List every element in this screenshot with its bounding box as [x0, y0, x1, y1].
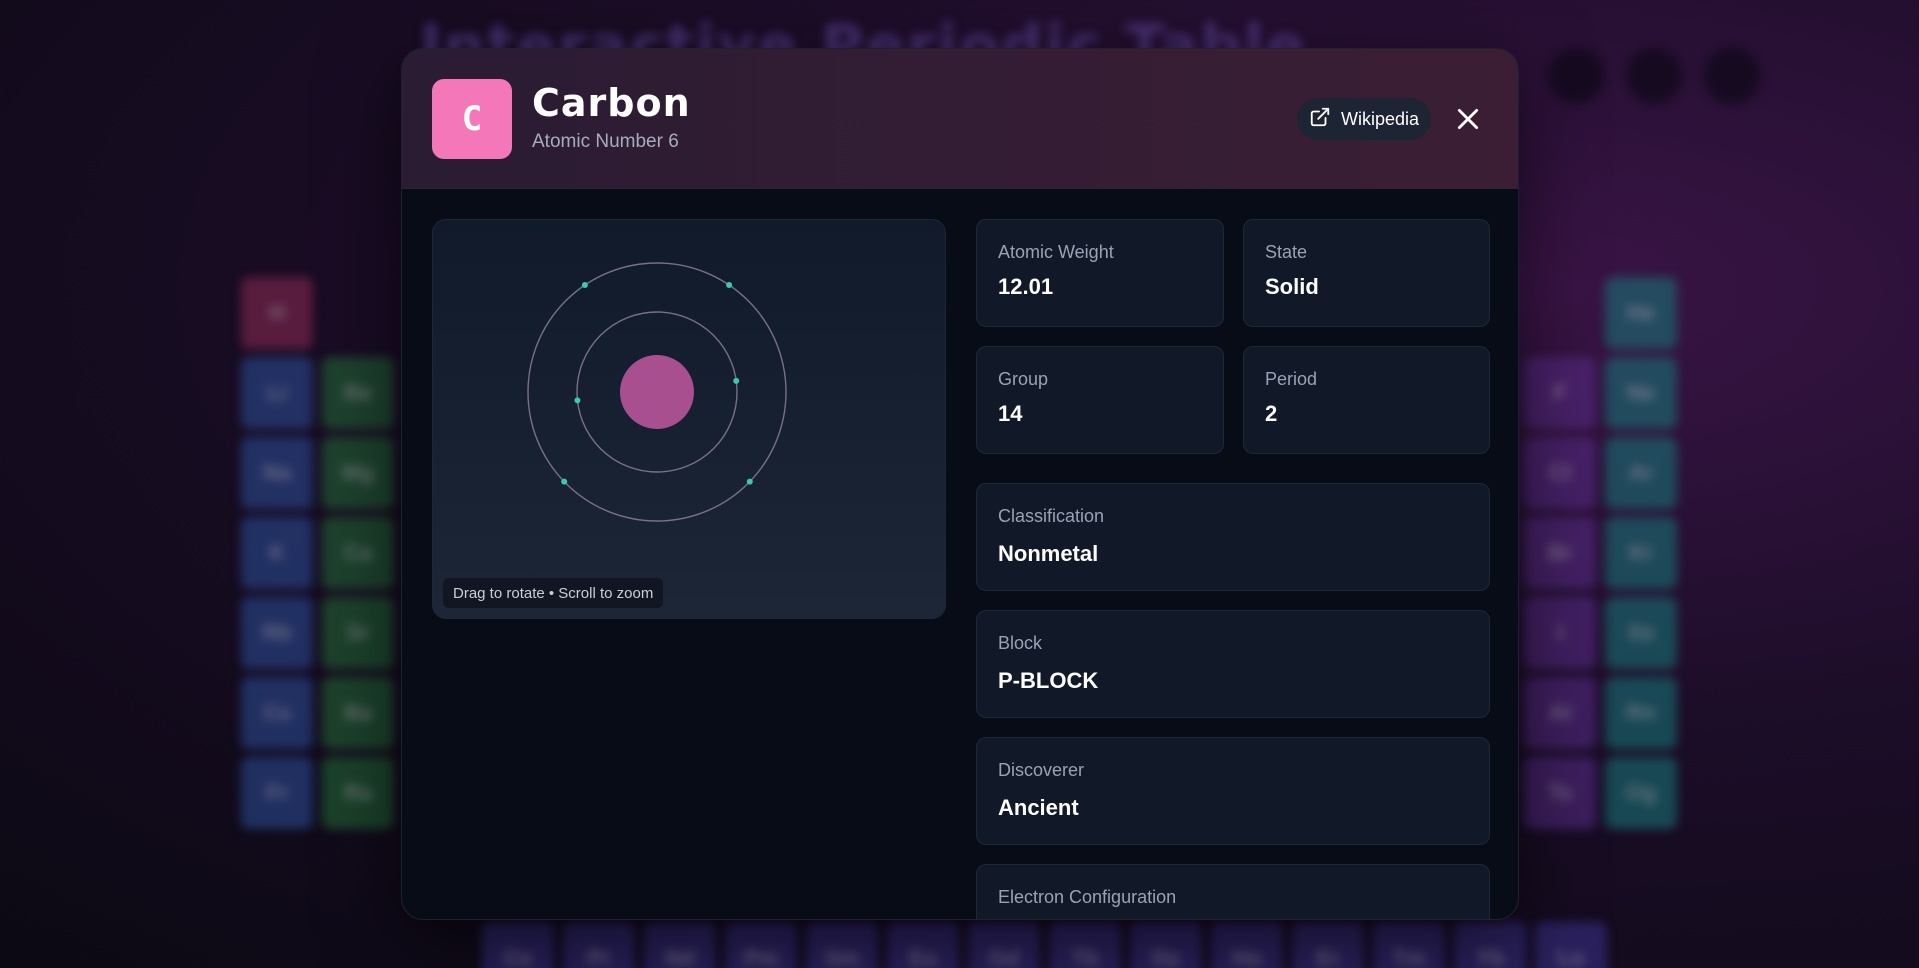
- external-link-icon: [1309, 106, 1331, 133]
- bg-element-cell: Gd: [968, 922, 1040, 968]
- electron: [581, 282, 588, 289]
- bg-element-cell: Xe: [1605, 597, 1677, 669]
- wikipedia-label: Wikipedia: [1341, 108, 1420, 129]
- bg-element-cell: Ba: [322, 677, 394, 749]
- atomic-weight-value: 12.01: [998, 274, 1054, 299]
- bg-element-cell: H: [241, 277, 313, 349]
- bg-element-cell: Na: [241, 437, 313, 509]
- discoverer-value: Ancient: [998, 795, 1079, 820]
- theme-icon[interactable]: [1626, 48, 1682, 104]
- classification-label: Classification: [998, 506, 1105, 526]
- bg-element-cell: Ts: [1524, 757, 1596, 829]
- settings-icon[interactable]: [1548, 48, 1604, 104]
- bg-element-cell: Dy: [1130, 922, 1202, 968]
- discoverer-label: Discoverer: [998, 760, 1085, 780]
- block-card: Block P-BLOCK: [976, 610, 1490, 718]
- group-label: Group: [998, 369, 1049, 389]
- atomic-number-label: Atomic Number 6: [532, 131, 679, 152]
- bg-element-cell: K: [241, 517, 313, 589]
- bg-element-cell: Yb: [1454, 922, 1526, 968]
- close-button[interactable]: [1448, 99, 1488, 139]
- group-card: Group 14: [976, 346, 1224, 454]
- classification-card: Classification Nonmetal: [976, 483, 1490, 591]
- bg-element-cell: Pm: [725, 922, 797, 968]
- bg-element-cell: Nd: [644, 922, 716, 968]
- bg-element-cell: Rb: [241, 597, 313, 669]
- bg-element-cell: Sm: [806, 922, 878, 968]
- bg-element-cell: Ca: [322, 517, 394, 589]
- bg-element-cell: He: [1605, 277, 1677, 349]
- bohr-model: [527, 262, 787, 522]
- bg-element-cell: Ra: [322, 757, 394, 829]
- period-value: 2: [1265, 401, 1278, 426]
- bg-element-cell: Ne: [1605, 357, 1677, 429]
- bg-element-cell: I: [1524, 597, 1596, 669]
- bg-element-cell: F: [1524, 357, 1596, 429]
- electron: [726, 282, 733, 289]
- bg-element-cell: Tb: [1049, 922, 1121, 968]
- bg-element-cell: Sr: [322, 597, 394, 669]
- group-value: 14: [998, 401, 1023, 426]
- nucleus: [620, 355, 694, 429]
- bg-element-cell: At: [1524, 677, 1596, 749]
- atomic-weight-card: Atomic Weight 12.01: [976, 219, 1224, 327]
- element-detail-modal: C Carbon Atomic Number 6 Wikipedia Drag …: [401, 48, 1519, 920]
- electron: [733, 377, 740, 384]
- discoverer-card: Discoverer Ancient: [976, 737, 1490, 845]
- bg-element-cell: Be: [322, 357, 394, 429]
- bg-element-cell: Kr: [1605, 517, 1677, 589]
- bg-element-cell: Cl: [1524, 437, 1596, 509]
- electron: [574, 397, 581, 404]
- bg-element-cell: Rn: [1605, 677, 1677, 749]
- viewer-hint: Drag to rotate • Scroll to zoom: [443, 578, 664, 608]
- electron: [746, 478, 753, 485]
- bg-element-cell: Ar: [1605, 437, 1677, 509]
- bg-element-cell: Mg: [322, 437, 394, 509]
- bg-element-cell: Li: [241, 357, 313, 429]
- wikipedia-button[interactable]: Wikipedia: [1297, 98, 1431, 140]
- bg-element-cell: Ce: [482, 922, 554, 968]
- bg-element-cell: Tm: [1373, 922, 1445, 968]
- bg-element-cell: Eu: [887, 922, 959, 968]
- element-name: Carbon: [532, 81, 691, 125]
- electron: [561, 478, 568, 485]
- period-label: Period: [1265, 369, 1318, 389]
- block-label: Block: [998, 633, 1043, 653]
- state-label: State: [1265, 242, 1308, 262]
- info-icon[interactable]: [1704, 48, 1760, 104]
- atomic-weight-label: Atomic Weight: [998, 242, 1114, 262]
- close-icon: [1457, 108, 1479, 130]
- bg-element-cell: Er: [1292, 922, 1364, 968]
- bg-element-cell: Lu: [1535, 922, 1607, 968]
- bg-element-cell: Fr: [241, 757, 313, 829]
- bg-element-cell: Br: [1524, 517, 1596, 589]
- classification-value: Nonmetal: [998, 541, 1099, 566]
- modal-header: C Carbon Atomic Number 6 Wikipedia: [402, 49, 1518, 189]
- block-value: P-BLOCK: [998, 668, 1099, 693]
- state-value: Solid: [1265, 274, 1319, 299]
- element-symbol-tile: C: [432, 79, 512, 159]
- period-card: Period 2: [1243, 346, 1490, 454]
- bg-element-cell: Cs: [241, 677, 313, 749]
- bg-element-cell: Pr: [563, 922, 635, 968]
- electron-configuration-label: Electron Configuration: [998, 887, 1177, 907]
- bg-element-cell: Og: [1605, 757, 1677, 829]
- bg-element-cell: Ho: [1211, 922, 1283, 968]
- electron-configuration-card: Electron Configuration: [976, 864, 1490, 919]
- state-card: State Solid: [1243, 219, 1490, 327]
- atom-3d-viewer[interactable]: Drag to rotate • Scroll to zoom: [432, 219, 946, 619]
